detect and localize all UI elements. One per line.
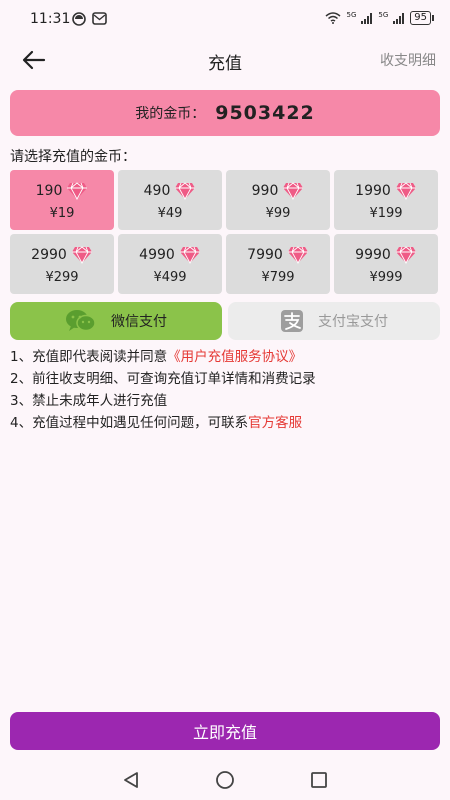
note-item: 2、前往收支明细、可查询充值订单详情和消费记录 xyxy=(10,371,316,387)
note-item: 4、充值过程中如遇见任何问题，可联系官方客服 xyxy=(10,415,303,431)
package-option[interactable]: 190 ¥19 xyxy=(10,170,114,230)
back-triangle-icon[interactable] xyxy=(121,770,141,790)
package-coins: 1990 xyxy=(355,182,391,199)
recharge-notes: 1、充值即代表阅读并同意《用户充值服务协议》 2、前往收支明细、可查询充值订单详… xyxy=(10,346,440,434)
diamond-icon xyxy=(283,181,304,200)
diamond-icon xyxy=(71,245,92,264)
signal-icon xyxy=(393,12,405,24)
package-price: ¥19 xyxy=(49,205,75,221)
package-price: ¥49 xyxy=(157,205,183,221)
package-option[interactable]: 9990 ¥999 xyxy=(334,234,438,294)
mail-icon xyxy=(92,12,107,25)
package-option[interactable]: 990 ¥99 xyxy=(226,170,330,230)
diamond-icon xyxy=(287,245,308,264)
diamond-icon xyxy=(395,181,416,200)
recharge-now-button[interactable]: 立即充值 xyxy=(10,712,440,750)
package-option[interactable]: 7990 ¥799 xyxy=(226,234,330,294)
package-option[interactable]: 1990 ¥199 xyxy=(334,170,438,230)
home-circle-icon[interactable] xyxy=(214,770,236,790)
signal-label: 5G xyxy=(378,11,389,19)
coins-balance-banner: 我的金币： 9503422 xyxy=(10,90,440,136)
package-coins: 9990 xyxy=(355,246,391,263)
package-coins: 990 xyxy=(251,182,279,199)
note-item: 1、充值即代表阅读并同意《用户充值服务协议》 xyxy=(10,349,303,365)
package-option[interactable]: 4990 ¥499 xyxy=(118,234,222,294)
battery-icon: 95 xyxy=(410,11,431,25)
wechat-pay-label: 微信支付 xyxy=(111,314,167,330)
package-price: ¥799 xyxy=(261,269,295,285)
signal-label: 5G xyxy=(346,11,357,19)
status-time: 11:31 xyxy=(30,11,71,27)
diamond-icon xyxy=(395,245,416,264)
signal-icon xyxy=(361,12,373,24)
diamond-icon xyxy=(179,245,200,264)
note-item: 3、禁止未成年人进行充值 xyxy=(10,393,168,409)
status-bar: 11:31 5G 5G 95 xyxy=(0,0,450,40)
package-option[interactable]: 490 ¥49 xyxy=(118,170,222,230)
package-price: ¥299 xyxy=(45,269,79,285)
recents-square-icon[interactable] xyxy=(309,770,329,790)
package-coins: 2990 xyxy=(31,246,67,263)
package-price: ¥999 xyxy=(369,269,403,285)
nav-bar: 充值 收支明细 xyxy=(0,40,450,80)
coins-value: 9503422 xyxy=(215,102,315,124)
wifi-icon xyxy=(325,12,341,24)
alipay-button[interactable]: 支付宝支付 xyxy=(228,302,440,340)
package-price: ¥499 xyxy=(153,269,187,285)
package-option[interactable]: 2990 ¥299 xyxy=(10,234,114,294)
diamond-icon xyxy=(67,181,88,200)
select-prompt: 请选择充值的金币： xyxy=(10,149,136,165)
package-coins: 4990 xyxy=(139,246,175,263)
wechat-pay-button[interactable]: 微信支付 xyxy=(10,302,222,340)
package-coins: 7990 xyxy=(247,246,283,263)
notification-dot-icon xyxy=(72,12,86,26)
service-agreement-link[interactable]: 《用户充值服务协议》 xyxy=(167,349,302,365)
alipay-label: 支付宝支付 xyxy=(318,314,388,330)
package-grid: 190 ¥19 490 ¥49 990 ¥99 1990 ¥199 2990 ¥… xyxy=(10,170,440,294)
details-link[interactable]: 收支明细 xyxy=(380,50,436,70)
package-price: ¥99 xyxy=(265,205,291,221)
payment-methods: 微信支付 支付宝支付 xyxy=(10,302,440,340)
package-coins: 490 xyxy=(143,182,171,199)
diamond-icon xyxy=(175,181,196,200)
alipay-icon xyxy=(281,310,303,332)
coins-label: 我的金币： xyxy=(135,106,206,122)
package-price: ¥199 xyxy=(369,205,403,221)
wechat-icon xyxy=(66,310,96,332)
package-coins: 190 xyxy=(35,182,63,199)
system-navigation-bar xyxy=(0,760,450,800)
customer-service-link[interactable]: 官方客服 xyxy=(248,415,302,431)
